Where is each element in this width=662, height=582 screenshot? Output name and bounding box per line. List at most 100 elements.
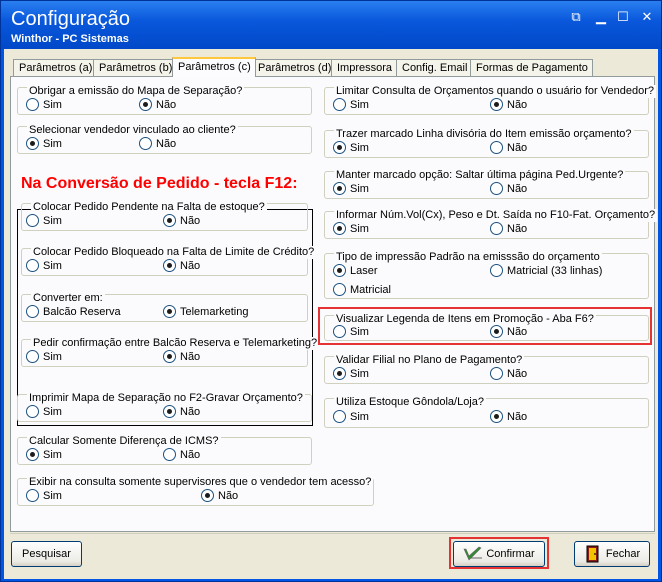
- window-subtitle: Winthor - PC Sistemas: [11, 33, 129, 45]
- radio-nao[interactable]: Não: [139, 98, 176, 111]
- radio-nao[interactable]: Não: [490, 98, 527, 111]
- radio-circle[interactable]: [490, 367, 503, 380]
- radio-sim[interactable]: Sim: [26, 489, 62, 502]
- radio-nao[interactable]: Não: [163, 350, 200, 363]
- radio-sim[interactable]: Sim: [26, 448, 62, 461]
- radio-circle[interactable]: [26, 214, 39, 227]
- radio-nao[interactable]: Não: [201, 489, 238, 502]
- radio-circle[interactable]: [490, 325, 503, 338]
- radio-circle[interactable]: [26, 98, 39, 111]
- radio-circle[interactable]: [490, 141, 503, 154]
- radio-nao[interactable]: Não: [163, 259, 200, 272]
- radio-circle[interactable]: [26, 405, 39, 418]
- tab-formas-pagamento[interactable]: Formas de Pagamento: [470, 59, 593, 76]
- radio-nao[interactable]: Não: [490, 182, 527, 195]
- radio-circle[interactable]: [201, 489, 214, 502]
- radio-circle[interactable]: [26, 350, 39, 363]
- radio-sim[interactable]: Sim: [26, 137, 62, 150]
- radio-label: Sim: [43, 448, 62, 461]
- radio-circle[interactable]: [163, 259, 176, 272]
- radio-nao[interactable]: Não: [490, 141, 527, 154]
- radio-circle[interactable]: [490, 410, 503, 423]
- radio-nao[interactable]: Não: [139, 137, 176, 150]
- close-window-button[interactable]: ✕: [640, 10, 654, 24]
- radio-balcao-reserva[interactable]: Balcão Reserva: [26, 305, 121, 318]
- radio-sim[interactable]: Sim: [26, 259, 62, 272]
- tab-parametros-b[interactable]: Parâmetros (b): [93, 59, 178, 76]
- radio-circle[interactable]: [26, 305, 39, 318]
- radio-sim[interactable]: Sim: [26, 350, 62, 363]
- radio-sim[interactable]: Sim: [333, 410, 369, 423]
- radio-circle[interactable]: [333, 367, 346, 380]
- radio-label: Balcão Reserva: [43, 305, 121, 318]
- restore-icon[interactable]: ⧉: [569, 10, 583, 24]
- radio-circle[interactable]: [139, 137, 152, 150]
- radio-label: Sim: [43, 137, 62, 150]
- radio-nao[interactable]: Não: [490, 222, 527, 235]
- maximize-button[interactable]: ☐: [616, 10, 630, 24]
- radio-nao[interactable]: Não: [490, 410, 527, 423]
- radio-label: Sim: [43, 259, 62, 272]
- search-button[interactable]: Pesquisar: [11, 541, 82, 567]
- tab-impressora[interactable]: Impressora: [331, 59, 398, 76]
- radio-circle[interactable]: [490, 264, 503, 277]
- radio-circle[interactable]: [26, 448, 39, 461]
- radio-matricial[interactable]: Matricial: [333, 283, 391, 296]
- tab-parametros-d[interactable]: Parâmetros (d): [252, 59, 337, 76]
- radio-circle[interactable]: [333, 410, 346, 423]
- radio-matricial-33[interactable]: Matricial (33 linhas): [490, 264, 602, 277]
- radio-laser[interactable]: Laser: [333, 264, 378, 277]
- radio-nao[interactable]: Não: [163, 214, 200, 227]
- group-label: Obrigar a emissão do Mapa de Separação?: [27, 85, 245, 98]
- radio-circle[interactable]: [163, 448, 176, 461]
- radio-circle[interactable]: [26, 489, 39, 502]
- radio-sim[interactable]: Sim: [26, 98, 62, 111]
- radio-circle[interactable]: [333, 325, 346, 338]
- radio-circle[interactable]: [163, 214, 176, 227]
- radio-nao[interactable]: Não: [490, 367, 527, 380]
- tab-parametros-c[interactable]: Parâmetros (c): [172, 57, 256, 77]
- radio-circle[interactable]: [333, 98, 346, 111]
- radio-circle[interactable]: [26, 137, 39, 150]
- radio-sim[interactable]: Sim: [333, 98, 369, 111]
- radio-circle[interactable]: [163, 350, 176, 363]
- radio-circle[interactable]: [333, 141, 346, 154]
- group-label: Tipo de impressão Padrão na emisssão do …: [334, 251, 602, 264]
- group-label: Colocar Pedido Bloqueado na Falta de Lim…: [31, 246, 317, 259]
- tab-config-email[interactable]: Config. Email: [396, 59, 473, 76]
- radio-label: Não: [156, 137, 177, 150]
- radio-circle[interactable]: [26, 259, 39, 272]
- radio-circle[interactable]: [490, 182, 503, 195]
- radio-circle[interactable]: [333, 222, 346, 235]
- radio-circle[interactable]: [490, 222, 503, 235]
- group-label: Colocar Pedido Pendente na Falta de esto…: [31, 201, 267, 214]
- tab-parametros-a[interactable]: Parâmetros (a): [13, 59, 98, 76]
- radio-nao[interactable]: Não: [163, 448, 200, 461]
- radio-circle[interactable]: [333, 182, 346, 195]
- radio-circle[interactable]: [333, 264, 346, 277]
- confirm-button[interactable]: Confirmar: [453, 541, 545, 567]
- radio-nao[interactable]: Não: [163, 405, 200, 418]
- radio-circle[interactable]: [139, 98, 152, 111]
- minimize-button[interactable]: ▁: [594, 10, 608, 24]
- radio-sim[interactable]: Sim: [26, 214, 62, 227]
- radio-sim[interactable]: Sim: [26, 405, 62, 418]
- radio-telemarketing[interactable]: Telemarketing: [163, 305, 248, 318]
- radio-label: Sim: [350, 182, 369, 195]
- close-button[interactable]: Fechar: [574, 541, 650, 567]
- radio-sim[interactable]: Sim: [333, 325, 369, 338]
- group-label: Calcular Somente Diferença de ICMS?: [27, 435, 221, 448]
- group-label: Pedir confirmação entre Balcão Reserva e…: [31, 337, 320, 350]
- radio-circle[interactable]: [333, 283, 346, 296]
- radio-sim[interactable]: Sim: [333, 222, 369, 235]
- configuration-window: Configuração Winthor - PC Sistemas ⧉ ▁ ☐…: [0, 0, 662, 582]
- radio-circle[interactable]: [163, 305, 176, 318]
- radio-nao[interactable]: Não: [490, 325, 527, 338]
- radio-circle[interactable]: [163, 405, 176, 418]
- radio-sim[interactable]: Sim: [333, 367, 369, 380]
- radio-circle[interactable]: [490, 98, 503, 111]
- group-exibir-supervisores: Exibir na consulta somente supervisores …: [17, 476, 374, 506]
- radio-sim[interactable]: Sim: [333, 182, 369, 195]
- radio-label: Sim: [350, 410, 369, 423]
- radio-sim[interactable]: Sim: [333, 141, 369, 154]
